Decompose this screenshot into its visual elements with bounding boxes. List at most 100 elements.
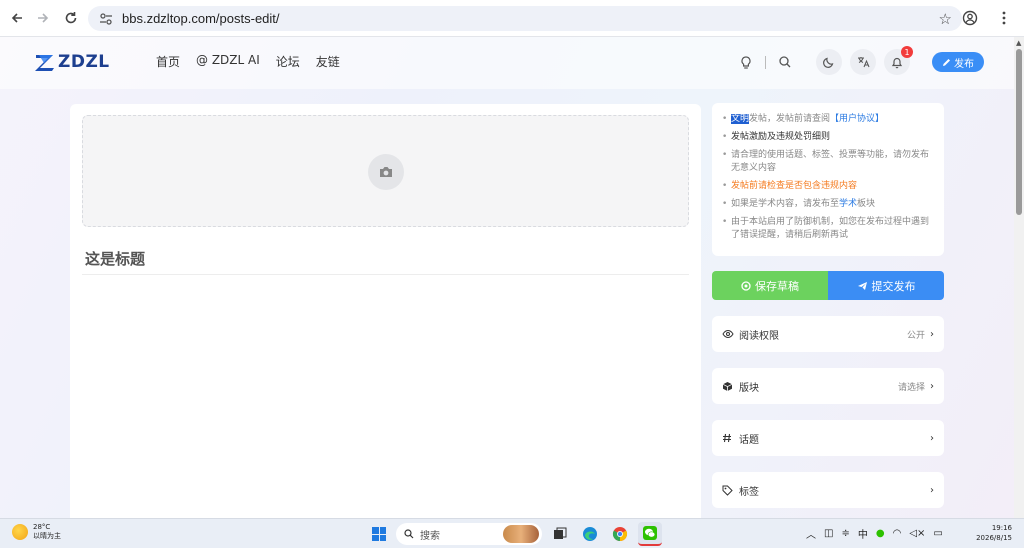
forward-icon[interactable] [30, 5, 56, 31]
posting-tips-card: 文明发帖，发帖前请查阅【用户协议】 发帖激励及违规处罚细则 请合理的使用话题、标… [712, 103, 944, 256]
user-agreement-link[interactable]: 【用户协议】 [830, 114, 884, 124]
tray-wechat-icon[interactable]: ● [876, 528, 885, 539]
bookmark-star-icon[interactable]: ☆ [939, 10, 952, 28]
topic-option[interactable]: 话题 › [712, 420, 944, 456]
page-scrollbar[interactable]: ▲ [1014, 37, 1024, 518]
wifi-icon[interactable]: ◠ [893, 528, 902, 539]
address-bar[interactable]: bbs.zdzltop.com/posts-edit/ ☆ [88, 6, 962, 31]
editor-card: 这是标题 [70, 104, 701, 518]
search-highlight-image [503, 525, 539, 543]
system-tray: ︿ ◫ ≑ 中 ● ◠ ◁× ▭ [806, 526, 943, 541]
chevron-right-icon: › [930, 380, 934, 392]
save-draft-button[interactable]: 保存草稿 [712, 271, 828, 300]
page-content: ZDZL 首页 @ ZDZL AI 论坛 友链 1 发布 这是标题 • 文明发帖… [0, 37, 1014, 518]
tag-icon [722, 484, 734, 496]
lightbulb-icon[interactable] [733, 49, 759, 75]
notification-badge: 1 [901, 46, 913, 58]
speaker-icon[interactable]: ◁× [909, 528, 925, 539]
option-label: 阅读权限 [739, 330, 779, 342]
header-publish-button[interactable]: 发布 [932, 52, 984, 72]
read-permission-option[interactable]: 阅读权限 公开 › [712, 316, 944, 352]
eye-icon [722, 328, 734, 340]
battery-icon[interactable]: ▭ [933, 528, 942, 539]
option-value: 请选择 [897, 382, 925, 393]
weather-condition: 以晴为主 [33, 532, 61, 540]
wechat-icon[interactable] [638, 522, 662, 546]
edge-browser-icon[interactable] [578, 522, 602, 546]
nav-zdzl-ai[interactable]: @ ZDZL AI [196, 53, 260, 70]
camera-icon[interactable] [368, 154, 404, 190]
main-nav: 首页 @ ZDZL AI 论坛 友链 [156, 53, 340, 70]
nav-home[interactable]: 首页 [156, 53, 180, 70]
tip-item: 请合理的使用话题、标签、投票等功能，请勿发布无意义内容 [722, 149, 934, 175]
tip-text: 发帖，发帖前请查阅 [749, 114, 831, 124]
temperature: 28°C [33, 523, 51, 531]
scroll-up-icon[interactable]: ▲ [1016, 39, 1021, 47]
site-header: ZDZL 首页 @ ZDZL AI 论坛 友链 1 发布 [0, 37, 1014, 89]
site-settings-icon[interactable] [98, 11, 114, 27]
nav-forum[interactable]: 论坛 [276, 53, 300, 70]
action-buttons: 保存草稿 提交发布 [712, 271, 944, 300]
site-logo[interactable]: ZDZL [34, 49, 110, 75]
more-menu-icon[interactable] [992, 6, 1016, 30]
tip-item-warning: 发帖前请检查是否包含违规内容 [722, 180, 934, 193]
tip-item[interactable]: 发帖激励及违规处罚细则 [722, 131, 934, 144]
tray-overflow-icon[interactable]: ︿ [806, 526, 816, 541]
tip-selected-text: 文明 [731, 114, 750, 124]
chevron-right-icon: › [930, 328, 934, 340]
academic-link[interactable]: 学术 [839, 199, 857, 209]
tip-text: 如果是学术内容，请发布至 [731, 199, 840, 209]
title-divider [82, 274, 689, 275]
search-icon[interactable] [772, 49, 798, 75]
scrollbar-thumb[interactable] [1016, 49, 1022, 215]
option-label: 话题 [739, 434, 759, 446]
chevron-right-icon: › [930, 484, 934, 496]
url-text[interactable]: bbs.zdzltop.com/posts-edit/ [122, 11, 280, 26]
cube-icon [722, 380, 734, 392]
section-option[interactable]: 版块 请选择 › [712, 368, 944, 404]
windows-start-icon[interactable] [372, 527, 386, 541]
hash-icon [722, 432, 734, 444]
profile-icon[interactable] [958, 6, 982, 30]
nav-links[interactable]: 友链 [316, 53, 340, 70]
cover-image-upload[interactable] [82, 115, 689, 227]
taskbar-search[interactable]: 搜索 [396, 523, 542, 545]
translate-icon[interactable] [850, 49, 876, 75]
task-view-icon[interactable] [548, 522, 572, 546]
send-plane-icon [857, 281, 867, 290]
chevron-right-icon: › [930, 432, 934, 444]
header-publish-label: 发布 [954, 58, 974, 70]
tip-item: 如果是学术内容，请发布至学术板块 [722, 198, 934, 211]
search-icon [404, 529, 414, 539]
tip-text: 板块 [857, 199, 876, 209]
logo-text: ZDZL [58, 52, 110, 72]
input-method-indicator[interactable]: 中 [858, 526, 868, 541]
weather-sun-icon [12, 524, 28, 540]
pencil-icon [943, 58, 950, 66]
option-label: 版块 [739, 382, 759, 394]
tip-item: 文明发帖，发帖前请查阅【用户协议】 [722, 113, 934, 126]
header-divider [765, 55, 766, 69]
clock-time: 19:16 [991, 524, 1012, 532]
submit-publish-label: 提交发布 [871, 279, 916, 293]
reload-icon[interactable] [58, 5, 84, 31]
header-tools: 1 发布 [733, 46, 984, 75]
logo-mark-icon [35, 55, 54, 71]
browser-toolbar: bbs.zdzltop.com/posts-edit/ ☆ [0, 0, 1024, 37]
weather-widget[interactable]: 28°C 以晴为主 [12, 523, 61, 541]
system-clock[interactable]: 19:16 2026/8/15 [976, 523, 1012, 543]
post-title-input[interactable]: 这是标题 [85, 248, 145, 269]
submit-publish-button[interactable]: 提交发布 [828, 271, 944, 300]
taskbar-search-placeholder: 搜索 [420, 530, 440, 542]
tags-option[interactable]: 标签 › [712, 472, 944, 508]
back-icon[interactable] [4, 5, 30, 31]
tray-app-icon[interactable]: ◫ [824, 528, 833, 539]
save-circle-icon [741, 280, 751, 291]
clock-date: 2026/8/15 [976, 534, 1012, 542]
chrome-browser-icon[interactable] [608, 522, 632, 546]
tip-item: 由于本站启用了防御机制，如您在发布过程中遇到了错误提醒，请稍后刷新再试 [722, 216, 934, 242]
dark-mode-icon[interactable] [816, 49, 842, 75]
notification-bell-icon[interactable]: 1 [884, 46, 913, 75]
save-draft-label: 保存草稿 [755, 279, 799, 293]
tray-settings-icon[interactable]: ≑ [841, 528, 849, 539]
